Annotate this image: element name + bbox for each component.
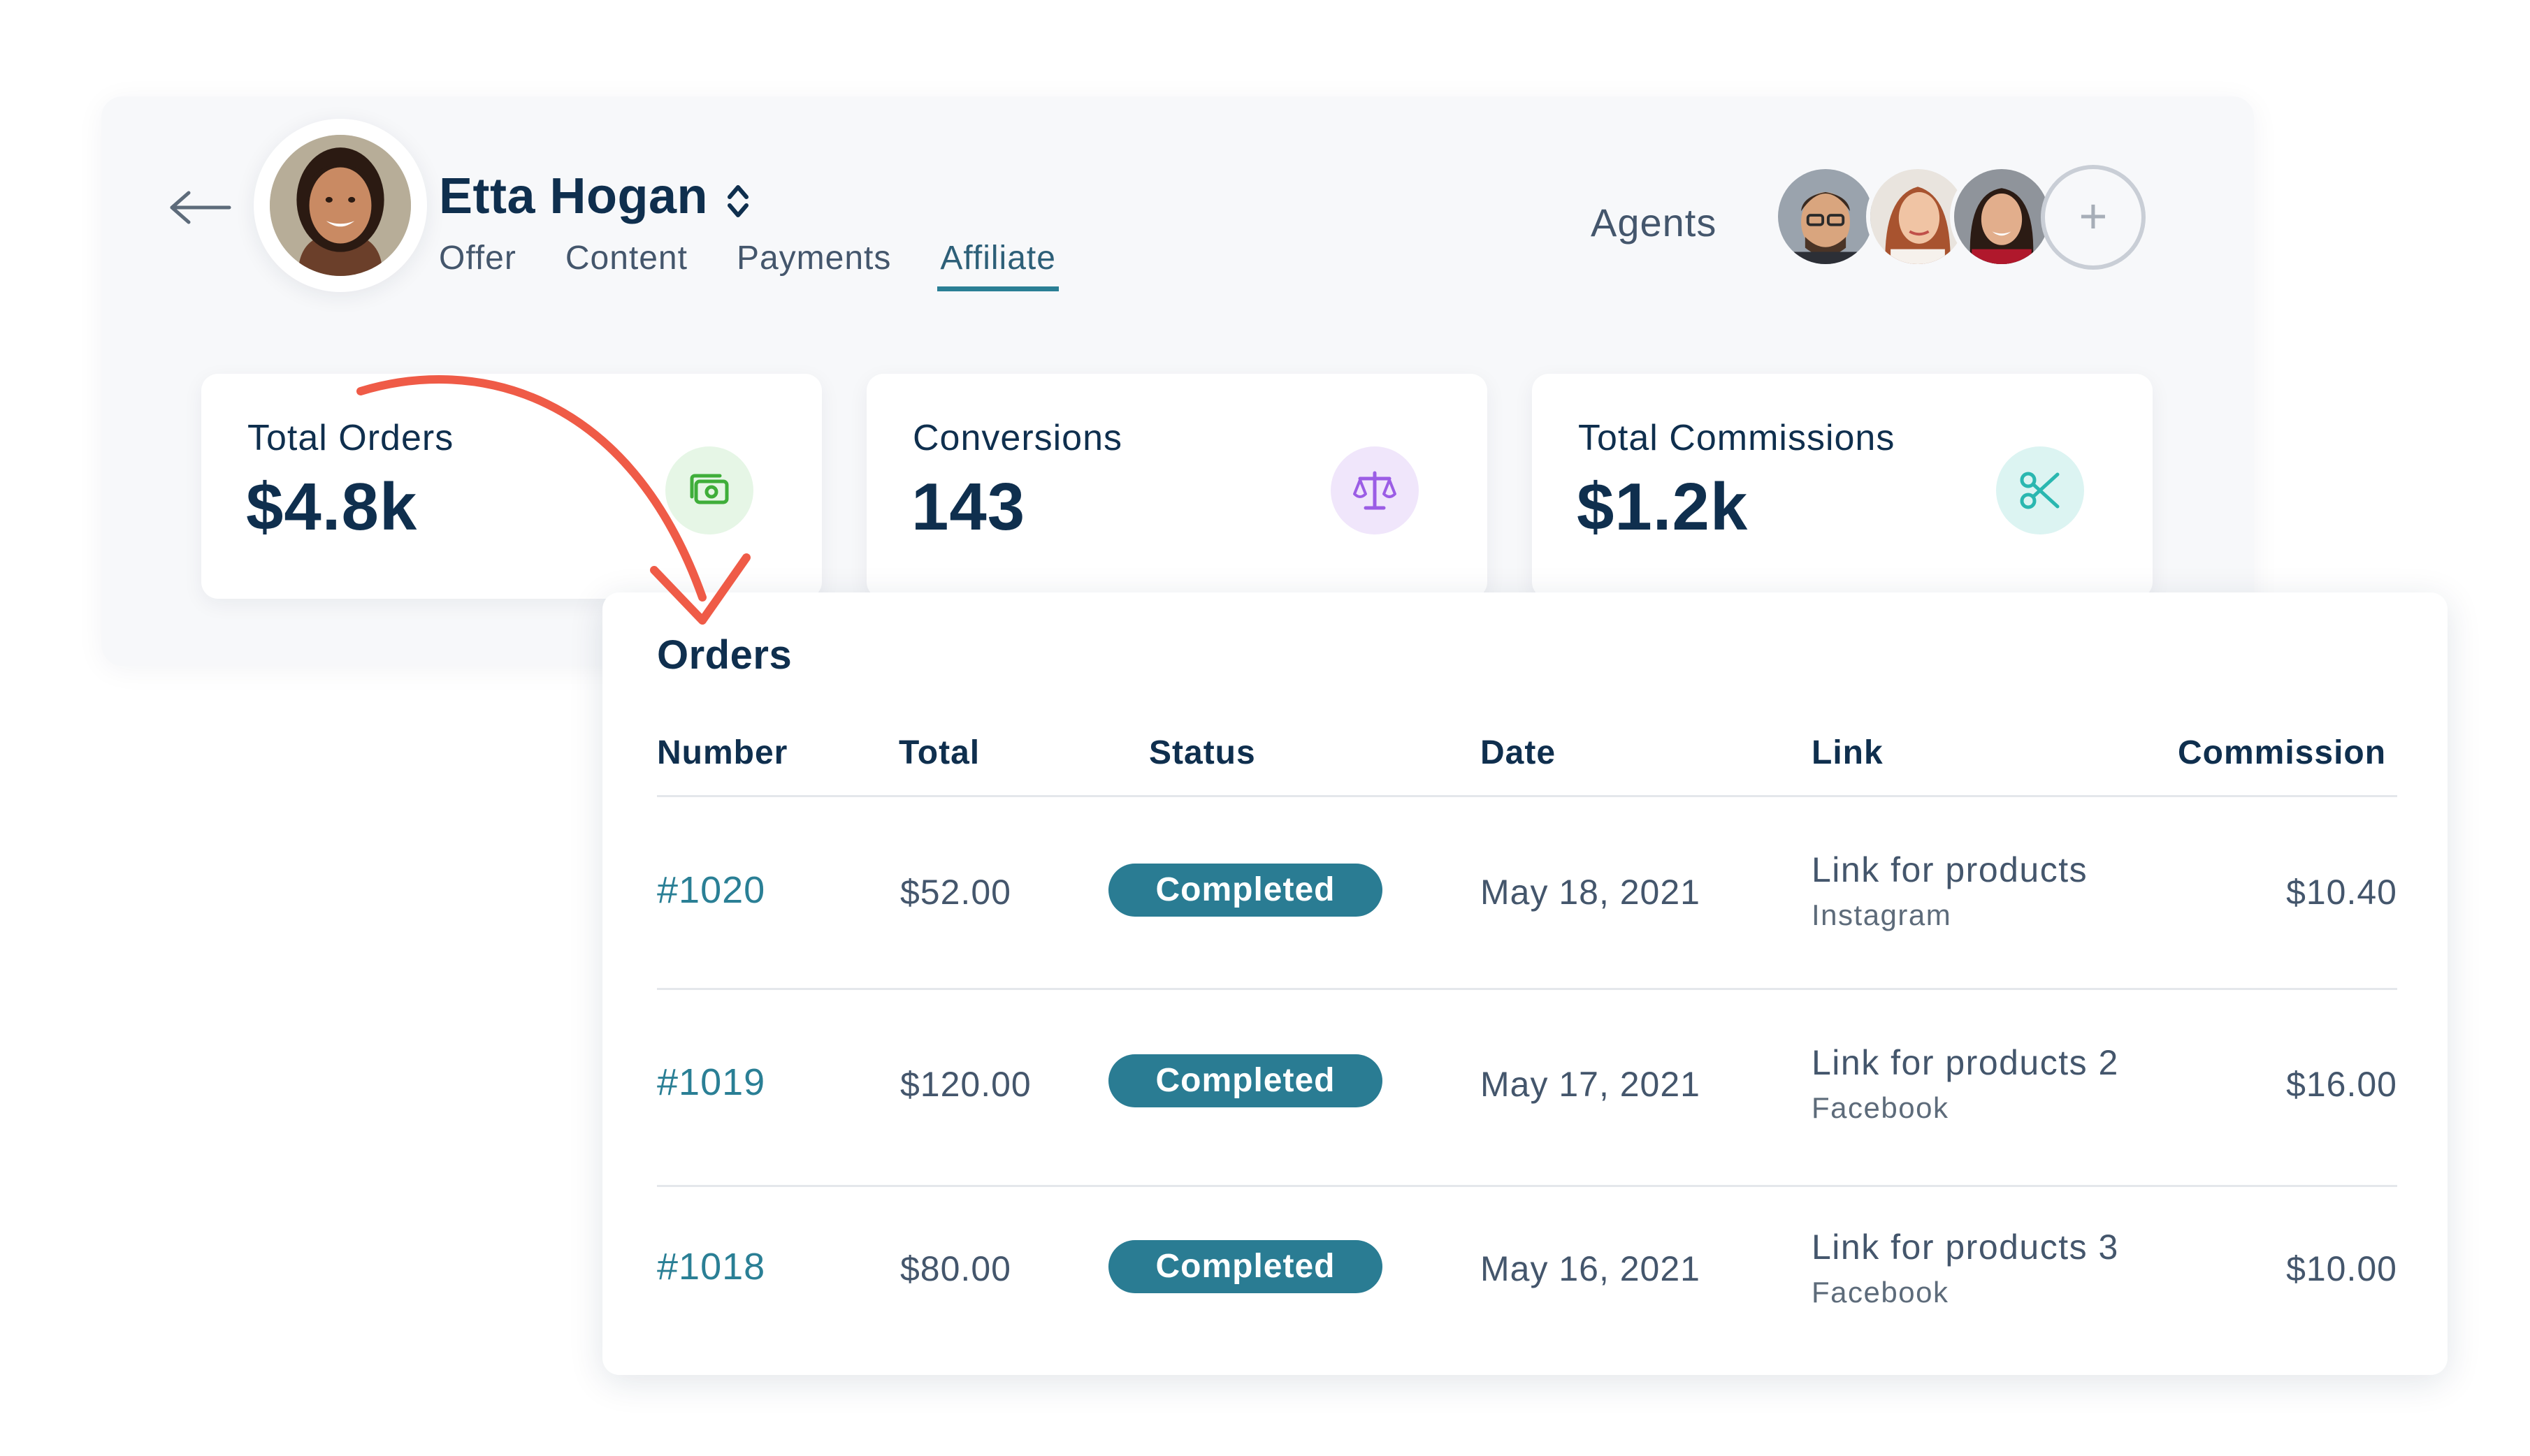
order-link[interactable]: Link for products 3 (1812, 1227, 2119, 1267)
order-link-source: Instagram (1812, 898, 1952, 931)
order-link[interactable]: Link for products 2 (1812, 1042, 2119, 1083)
column-header-number[interactable]: Number (657, 734, 788, 772)
stat-card-total-commissions: Total Commissions $1.2k (1532, 374, 2153, 599)
column-header-date[interactable]: Date (1480, 734, 1556, 772)
agent-avatar[interactable] (1774, 165, 1877, 268)
order-link-source: Facebook (1812, 1091, 1949, 1124)
profile-tabs: Offer Content Payments Affiliate (439, 239, 1059, 291)
status-badge: Completed (1108, 864, 1382, 917)
stat-value: $1.2k (1577, 469, 1749, 544)
stat-label: Conversions (913, 418, 1123, 458)
order-date: May 17, 2021 (1480, 1065, 1700, 1104)
column-header-total[interactable]: Total (899, 734, 980, 772)
annotation-arrow-icon (356, 375, 751, 625)
agents-label: Agents (1591, 201, 1717, 245)
scale-icon (1331, 446, 1419, 534)
table-divider (657, 1185, 2397, 1187)
back-arrow-icon[interactable] (168, 190, 232, 225)
profile-name: Etta Hogan (439, 168, 709, 224)
column-header-link[interactable]: Link (1812, 734, 1884, 772)
order-total: $52.00 (900, 873, 1011, 912)
order-number-link[interactable]: #1018 (657, 1245, 765, 1288)
agent-avatar[interactable] (1950, 165, 2053, 268)
stat-value: 143 (911, 469, 1026, 544)
order-commission: $10.00 (2286, 1249, 2397, 1288)
chevron-updown-icon[interactable] (724, 179, 752, 224)
table-divider (657, 795, 2397, 797)
order-total: $120.00 (900, 1065, 1032, 1104)
order-commission: $10.40 (2286, 873, 2397, 912)
stat-card-conversions: Conversions 143 (867, 374, 1487, 599)
tab-content[interactable]: Content (565, 239, 688, 287)
avatar (270, 135, 411, 276)
column-header-status[interactable]: Status (1149, 734, 1256, 772)
tab-affiliate[interactable]: Affiliate (937, 239, 1059, 291)
add-agent-button[interactable]: + (2041, 165, 2146, 270)
status-badge: Completed (1108, 1054, 1382, 1107)
stat-label: Total Commissions (1578, 418, 1895, 458)
tab-offer[interactable]: Offer (439, 239, 516, 287)
status-badge: Completed (1108, 1240, 1382, 1293)
order-link-source: Facebook (1812, 1276, 1949, 1309)
order-total: $80.00 (900, 1249, 1011, 1288)
order-number-link[interactable]: #1020 (657, 868, 765, 912)
column-header-commission[interactable]: Commission (2178, 734, 2386, 772)
order-date: May 16, 2021 (1480, 1249, 1700, 1288)
order-link[interactable]: Link for products (1812, 850, 2088, 890)
order-date: May 18, 2021 (1480, 873, 1700, 912)
scissors-icon (1996, 446, 2084, 534)
order-number-link[interactable]: #1019 (657, 1061, 765, 1104)
table-divider (657, 988, 2397, 990)
order-commission: $16.00 (2286, 1065, 2397, 1104)
tab-payments[interactable]: Payments (737, 239, 891, 287)
